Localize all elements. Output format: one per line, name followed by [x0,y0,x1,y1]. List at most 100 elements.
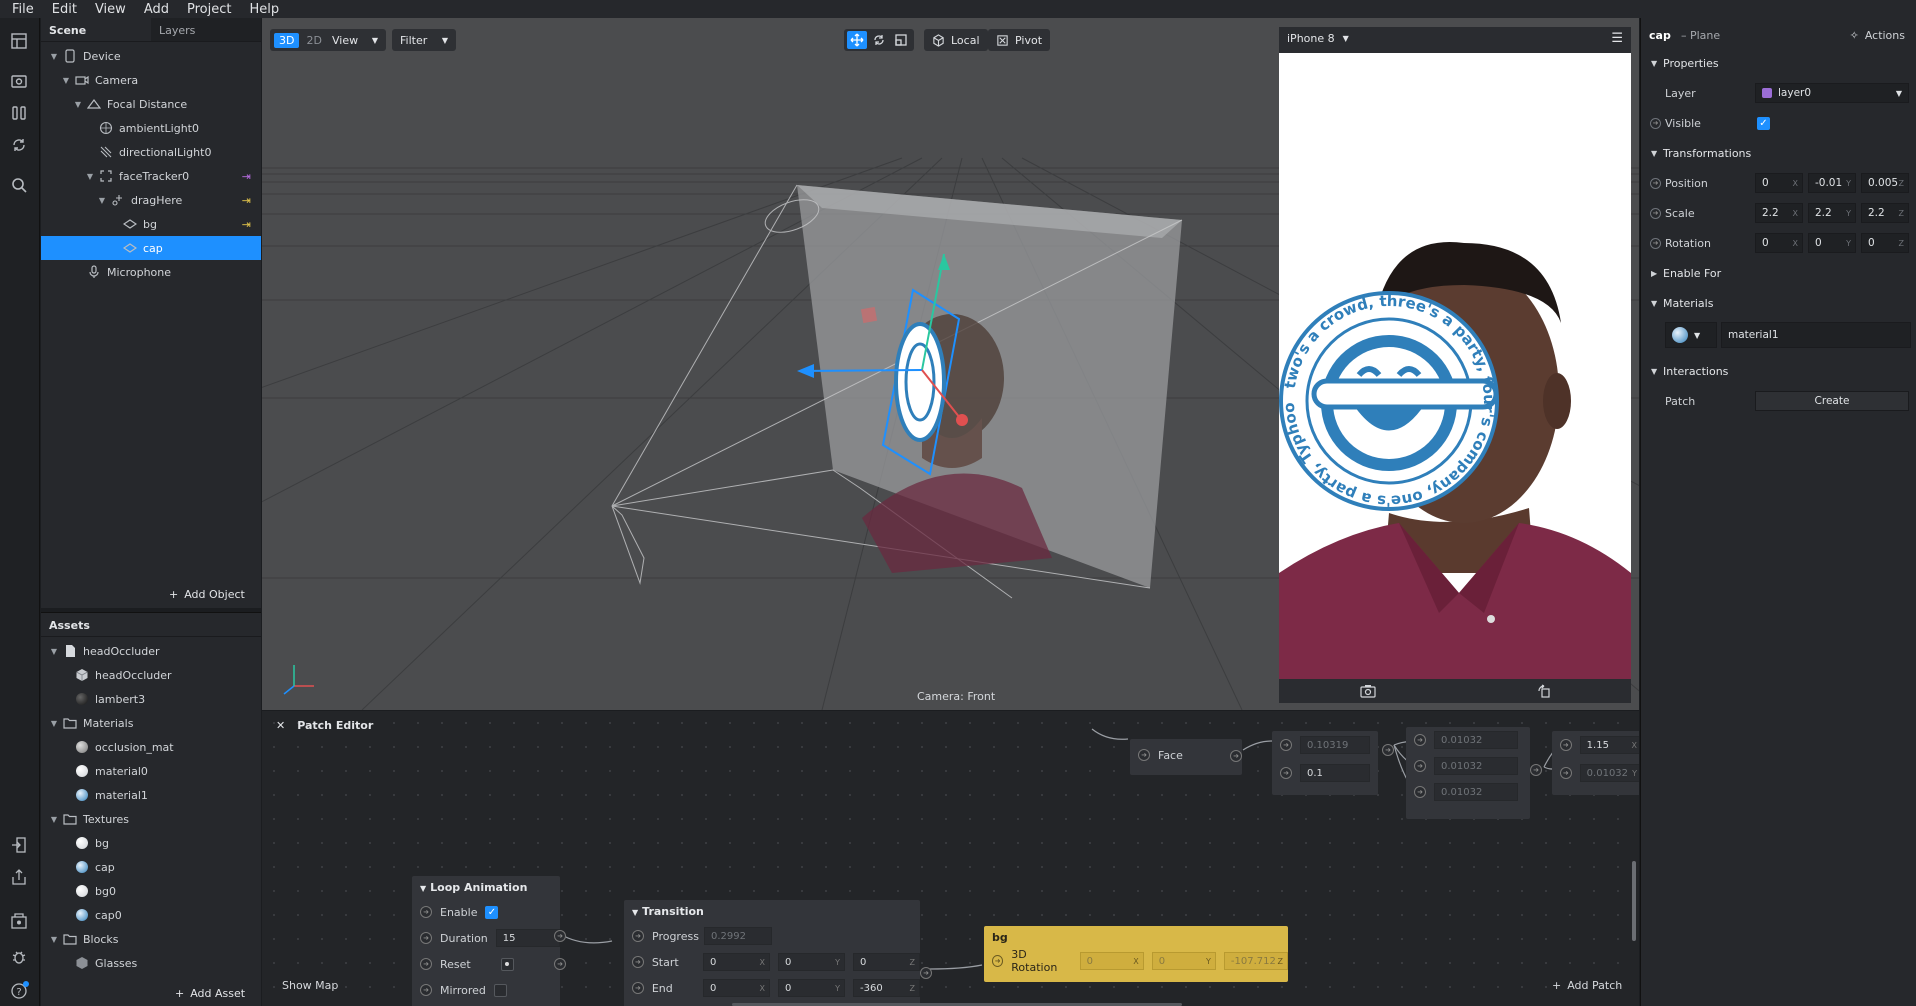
visible-checkbox[interactable]: ✓ [1757,116,1770,130]
start-y-field[interactable]: 0Y [778,953,845,971]
asset-item-materials[interactable]: ▼ Materials [41,711,261,735]
input-port-icon[interactable]: ➜ [1280,739,1292,751]
refresh-icon[interactable] [10,136,30,156]
mid-value-3[interactable]: 0.01032 [1434,783,1518,801]
caret-down-icon[interactable]: ▼ [97,195,107,205]
asset-item-material1[interactable]: material1 [41,783,261,807]
filter-dropdown[interactable]: Filter ▼ [392,29,456,51]
device-screen[interactable]: two's a crowd, three's a party, four's c… [1279,53,1631,679]
scene-item-draghere[interactable]: ▼ dragHere ⇥ [41,188,261,212]
help-icon[interactable]: ? [10,980,30,1000]
menu-add[interactable]: Add [144,2,169,17]
input-port-icon[interactable]: ➜ [1650,177,1661,189]
position-z-field[interactable]: 0.005 Z [1861,173,1909,193]
device-selector[interactable]: iPhone 8 ▼ [1287,32,1349,45]
input-port-icon[interactable]: ➜ [1280,767,1292,779]
caret-down-icon[interactable]: ▼ [49,718,59,728]
input-port-icon[interactable]: ➜ [632,982,644,994]
input-port-icon[interactable]: ➜ [632,956,644,968]
bg-rot-z-field[interactable]: -107.712 Z [1223,952,1289,970]
input-port-icon[interactable]: ➜ [420,932,432,944]
duration-field[interactable]: 15 [495,929,560,947]
output-port-icon[interactable]: ➜ [1382,741,1394,756]
patch-link-icon[interactable]: ⇥ [242,170,251,183]
scene-item-microphone[interactable]: Microphone [41,260,261,284]
output-port-icon[interactable]: ➜ [1530,761,1542,776]
patch-editor[interactable]: ✕ Patch Editor ➜ Face ➜ ➜ 0.10319 ➜ 0.1 … [262,711,1639,1006]
position-x-field[interactable]: 0X [1755,173,1803,193]
rotate-device-icon[interactable] [1537,684,1551,698]
asset-item-textures[interactable]: ▼ Textures [41,807,261,831]
layout-icon[interactable] [10,32,30,52]
section-enable-for[interactable]: ▶ Enable For [1641,258,1916,288]
tab-layers[interactable]: Layers [151,18,261,41]
search-icon[interactable] [10,176,30,196]
transition-node[interactable]: ▼ Transition ➜ Progress 0.2992 ➜ Start 0X 0Y… [624,900,920,1006]
reset-pulse-button[interactable] [500,957,514,971]
input-port-icon[interactable]: ➜ [420,958,432,970]
pack-node[interactable]: ➜ 0.01032 ➜ 0.01032 ➜ 0.01032 [1406,727,1530,819]
output-port-icon[interactable]: ➜ [554,927,566,942]
mid-value-1[interactable]: 0.01032 [1434,731,1518,749]
scene-item-device[interactable]: ▼ Device [41,44,261,68]
add-asset-button[interactable]: + Add Asset [175,987,245,1000]
input-port-icon[interactable]: ➜ [1138,749,1150,761]
scene-item-focal-distance[interactable]: ▼ Focal Distance [41,92,261,116]
caret-down-icon[interactable]: ▼ [49,51,59,61]
caret-down-icon[interactable]: ▼ [49,646,59,656]
input-port-icon[interactable]: ➜ [420,906,432,918]
local-toggle[interactable]: Local [924,29,988,51]
asset-item-cap[interactable]: cap [41,855,261,879]
enable-checkbox[interactable]: ✓ [485,905,499,919]
scale-tool-icon[interactable] [891,31,911,49]
input-port-icon[interactable]: ➜ [1414,786,1426,798]
move-tool-icon[interactable] [847,31,867,49]
input-port-icon[interactable]: ➜ [1414,734,1426,746]
input-port-icon[interactable]: ➜ [1560,739,1572,751]
show-map-button[interactable]: Show Map [282,979,338,992]
start-z-field[interactable]: 0Z [853,953,920,971]
scale-node[interactable]: ➜ 1.15 X ➜ 0.01032 Y [1552,731,1639,795]
loop-animation-node[interactable]: ▼ Loop Animation ➜ Enable ✓ ➜ Duration 15 ➜ Re… [412,876,560,1006]
rotation-y-field[interactable]: 0Y [1808,233,1856,253]
share-icon[interactable] [10,868,30,888]
caret-down-icon[interactable]: ▼ [49,814,59,824]
output-port-icon[interactable]: ➜ [554,955,566,970]
screenshot-icon[interactable] [1359,684,1376,698]
input-port-icon[interactable]: ➜ [1650,117,1661,129]
end-z-field[interactable]: -360 Z [853,979,920,997]
input-port-icon[interactable]: ➜ [1650,207,1661,219]
create-patch-button[interactable]: Create [1755,391,1909,411]
progress-field[interactable]: 0.2992 [704,927,772,945]
asset-item-cap0[interactable]: cap0 [41,903,261,927]
caret-down-icon[interactable]: ▼ [85,171,95,181]
layer-select[interactable]: layer0 ▼ [1755,83,1909,103]
input-port-icon[interactable]: ➜ [1414,760,1426,772]
section-transformations[interactable]: ▼ Transformations [1641,138,1916,168]
add-patch-button[interactable]: + Add Patch [1552,979,1622,992]
asset-item-headoccluder[interactable]: ▼ headOccluder [41,639,261,663]
mirrored-checkbox[interactable] [493,983,507,997]
video-icon[interactable] [10,72,30,92]
bug-icon[interactable] [10,948,30,968]
scene-item-cap[interactable]: cap [41,236,261,260]
pivot-toggle[interactable]: Pivot [988,29,1051,51]
mid-value-2[interactable]: 0.01032 [1434,757,1518,775]
face-value-1[interactable]: 0.10319 [1300,736,1370,754]
face-node[interactable]: ➜ Face [1130,739,1242,775]
input-port-icon[interactable]: ➜ [1650,237,1661,249]
scene-item-facetracker0[interactable]: ▼ faceTracker0 ⇥ [41,164,261,188]
menu-project[interactable]: Project [187,2,231,17]
input-port-icon[interactable]: ➜ [1560,767,1572,779]
output-port-icon[interactable]: ➜ [920,964,932,979]
end-x-field[interactable]: 0X [703,979,770,997]
rotation-z-field[interactable]: 0Z [1861,233,1909,253]
scene-item-directionallight0[interactable]: directionalLight0 [41,140,261,164]
patch-scrollbar[interactable] [1632,861,1636,941]
output-port-icon[interactable]: ➜ [1230,747,1242,762]
menu-view[interactable]: View [95,2,126,17]
asset-item-occlusion-mat[interactable]: occlusion_mat [41,735,261,759]
patch-link-icon[interactable]: ⇥ [242,218,251,231]
asset-item-blocks[interactable]: ▼ Blocks [41,927,261,951]
rotate-tool-icon[interactable] [869,31,889,49]
